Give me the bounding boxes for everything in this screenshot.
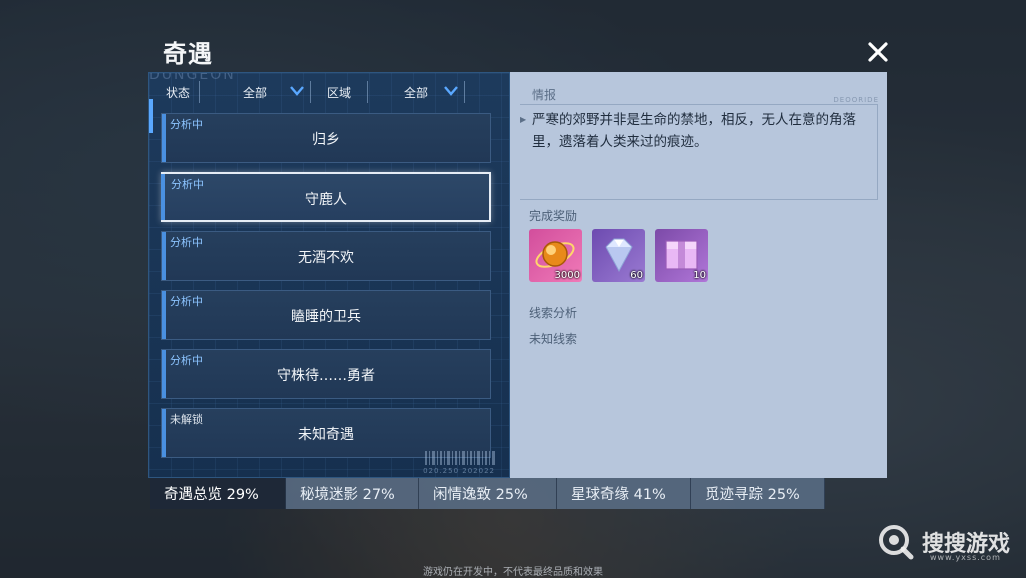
reward-label: 完成奖励 (529, 209, 578, 223)
intel-box: ▶ 严寒的郊野并非是生命的禁地，相反，无人在意的角落里，遗落着人类来过的痕迹。 (520, 104, 878, 200)
encounter-name: 瞌睡的卫兵 (291, 309, 361, 325)
filter-bar: 状态 全部 区域 全部 (157, 81, 467, 103)
decorative-code: DEOORIDE (833, 96, 879, 104)
reward-list: 3000 60 10 (529, 229, 708, 282)
list-item[interactable]: 分析中 瞌睡的卫兵 (161, 290, 491, 340)
barcode-text: 020.250 202022 (423, 467, 495, 475)
encounter-name: 守鹿人 (305, 192, 347, 208)
encounter-list: 分析中 归乡 分析中 守鹿人 分析中 无酒不欢 分析中 瞌睡的卫兵 分析中 守株… (161, 113, 491, 467)
category-tabs: 奇遇总览 29% 秘境迷影 27% 闲情逸致 25% 星球奇缘 41% 觅迹寻踪… (150, 478, 825, 509)
encounter-name: 无酒不欢 (298, 250, 354, 266)
list-item[interactable]: 分析中 守株待……勇者 (161, 349, 491, 399)
list-item[interactable]: 分析中 归乡 (161, 113, 491, 163)
tab-planet-encounter[interactable]: 星球奇缘 41% (557, 478, 691, 509)
intel-label: 情报 (532, 88, 557, 102)
status-filter-select[interactable]: 全部 (199, 81, 311, 103)
search-logo-icon (879, 525, 914, 560)
reward-count: 60 (630, 270, 643, 281)
status-filter-value: 全部 (242, 85, 267, 100)
reward-count: 10 (693, 270, 706, 281)
encounter-name: 守株待……勇者 (277, 368, 375, 384)
clue-value: 未知线索 (529, 332, 578, 346)
encounter-name: 归乡 (312, 132, 340, 148)
tab-secret-realm[interactable]: 秘境迷影 27% (286, 478, 419, 509)
encounter-detail-panel: 情报 DEOORIDE ▶ 严寒的郊野并非是生命的禁地，相反，无人在意的角落里，… (510, 72, 887, 478)
region-filter-select[interactable]: 全部 (367, 81, 465, 103)
reward-item[interactable]: 3000 (529, 229, 582, 282)
reward-item[interactable]: 60 (592, 229, 645, 282)
development-notice: 游戏仍在开发中，不代表最终品质和效果 (423, 567, 603, 578)
region-filter-value: 全部 (403, 85, 428, 100)
tab-overview[interactable]: 奇遇总览 29% (150, 478, 286, 509)
reward-item[interactable]: 10 (655, 229, 708, 282)
chevron-down-icon (444, 86, 458, 96)
list-item[interactable]: 分析中 无酒不欢 (161, 231, 491, 281)
list-scroll-indicator (149, 99, 153, 133)
region-filter-label: 区域 (326, 85, 351, 100)
bullet-icon: ▶ (520, 115, 527, 124)
chevron-down-icon (290, 86, 304, 96)
logo-url: www.yxss.com (930, 553, 1001, 562)
tab-leisure[interactable]: 闲情逸致 25% (419, 478, 557, 509)
intel-text: 严寒的郊野并非是生命的禁地，相反，无人在意的角落里，遗落着人类来过的痕迹。 (532, 112, 856, 150)
list-item-selected[interactable]: 分析中 守鹿人 (161, 172, 491, 222)
close-icon (868, 42, 888, 62)
clue-label: 线索分析 (529, 306, 578, 320)
encounter-name: 未知奇遇 (298, 427, 354, 443)
tab-tracking[interactable]: 觅迹寻踪 25% (691, 478, 825, 509)
status-filter-label: 状态 (165, 85, 190, 100)
close-button[interactable] (864, 38, 892, 66)
page-title: 奇遇 (163, 40, 213, 68)
encounter-list-panel: DUNGEON 状态 全部 区域 全部 分析中 归乡 分析中 守鹿人 分析中 无… (148, 72, 510, 478)
reward-count: 3000 (554, 270, 580, 281)
